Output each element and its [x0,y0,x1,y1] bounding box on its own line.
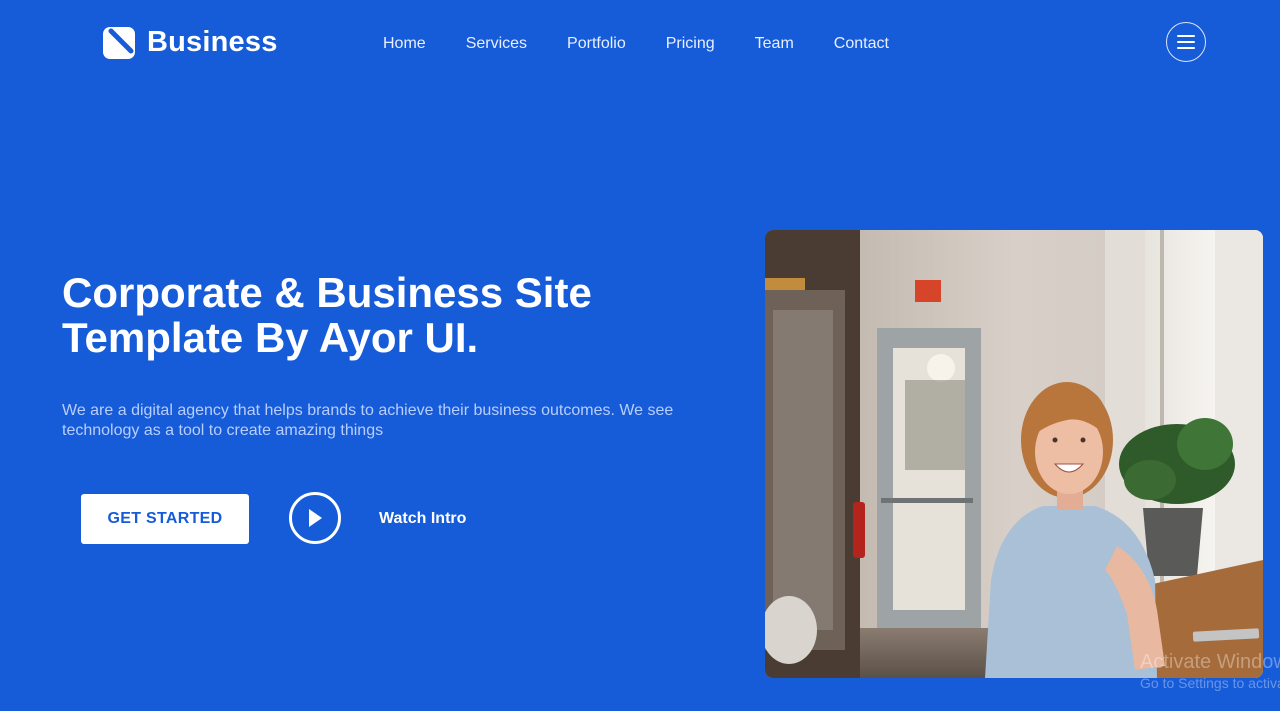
nav-item-pricing[interactable]: Pricing [666,34,715,54]
watermark-subtitle: Go to Settings to activate Windows. [1140,675,1280,691]
hero-photo-illustration [765,230,1263,678]
page: Business Home Services Portfolio Pricing… [0,0,1280,711]
hero-photo [765,230,1263,678]
brand-logo-link[interactable]: Business [103,26,278,59]
hero-description: We are a digital agency that helps brand… [62,402,674,439]
nav-item-portfolio[interactable]: Portfolio [567,34,626,54]
play-intro-button[interactable] [289,492,341,544]
logo-mark-icon [103,26,135,59]
windows-activation-watermark: Activate Windows Go to Settings to activ… [1140,650,1280,692]
brand-name: Business [147,26,278,58]
nav-item-contact[interactable]: Contact [834,34,889,54]
nav-item-home[interactable]: Home [383,34,426,54]
nav-item-services[interactable]: Services [466,34,527,54]
main-nav: Home Services Portfolio Pricing Team Con… [383,34,929,54]
get-started-button[interactable]: GET STARTED [81,494,249,544]
play-icon [309,509,322,527]
hero-title-line-1: Corporate & Business Site [62,269,592,316]
menu-toggle-button[interactable] [1166,22,1206,62]
nav-item-team[interactable]: Team [755,34,794,54]
watch-intro-link[interactable]: Watch Intro [379,510,466,528]
hamburger-icon [1177,35,1195,49]
watermark-title: Activate Windows [1140,651,1280,673]
hero-title: Corporate & Business Site Template By Ay… [62,270,742,360]
hero-title-line-2: Template By Ayor UI. [62,314,479,361]
